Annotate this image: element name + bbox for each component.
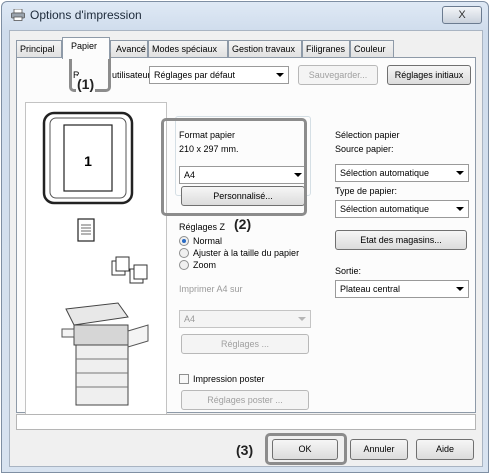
paper-tab-panel: R utilisateur: Réglages par défaut Sauve… xyxy=(16,50,476,420)
staple-pages-icon xyxy=(111,256,148,284)
poster-print-label: Impression poster xyxy=(193,374,265,384)
radio-normal[interactable] xyxy=(179,236,189,246)
print-on-select[interactable]: A4 xyxy=(179,310,311,328)
cancel-button[interactable]: Annuler xyxy=(350,439,408,460)
chevron-down-icon xyxy=(456,171,464,175)
document-icon xyxy=(77,218,95,242)
window-title: Options d'impression xyxy=(30,8,142,22)
printer-icon xyxy=(11,9,25,21)
tab-avance[interactable]: Avancé xyxy=(110,40,148,58)
print-preview-pane: 1 xyxy=(25,102,167,420)
output-label: Sortie: xyxy=(335,266,362,276)
zoom-settings-title: Réglages Z xyxy=(179,222,226,232)
save-settings-button[interactable]: Sauvegarder... xyxy=(298,65,378,85)
help-button[interactable]: Aide xyxy=(416,439,474,460)
paper-selection-title: Sélection papier xyxy=(335,130,400,140)
tray-status-button[interactable]: Etat des magasins... xyxy=(335,230,467,250)
tab-couleur[interactable]: Couleur xyxy=(350,40,394,58)
tab-papier[interactable]: Papier xyxy=(62,37,110,59)
callout-1: (1) xyxy=(76,76,96,92)
copier-machine-icon xyxy=(61,302,149,406)
user-settings-label: utilisateur: xyxy=(112,70,154,80)
callout-2: (2) xyxy=(233,216,253,232)
output-tray-select[interactable]: Plateau central xyxy=(335,280,469,298)
user-settings-select[interactable]: Réglages par défaut xyxy=(149,66,289,84)
page-number: 1 xyxy=(84,153,92,169)
tab-filigranes[interactable]: Filigranes xyxy=(302,40,350,58)
preview-illustration: 1 xyxy=(42,111,149,406)
paper-source-label: Source papier: xyxy=(335,144,394,154)
status-bar xyxy=(16,414,476,430)
paper-type-select[interactable]: Sélection automatique xyxy=(335,200,469,218)
zoom-settings-button[interactable]: Réglages ... xyxy=(181,334,309,354)
tab-principal[interactable]: Principal xyxy=(16,40,62,58)
poster-print-checkbox[interactable] xyxy=(179,374,189,384)
chevron-down-icon xyxy=(456,287,464,291)
title-bar: Options d'impression X xyxy=(2,2,488,28)
initial-settings-button[interactable]: Réglages initiaux xyxy=(387,65,471,85)
radio-fit-to-paper-label: Ajuster à la taille du papier xyxy=(193,248,300,258)
chevron-down-icon xyxy=(298,317,306,321)
radio-fit-to-paper[interactable] xyxy=(179,248,189,258)
radio-zoom[interactable] xyxy=(179,260,189,270)
tab-gestion-travaux[interactable]: Gestion travaux xyxy=(228,40,302,58)
poster-settings-button[interactable]: Réglages poster ... xyxy=(181,390,309,410)
ok-button[interactable]: OK xyxy=(272,439,338,460)
callout-3: (3) xyxy=(235,442,255,458)
paper-source-select[interactable]: Sélection automatique xyxy=(335,164,469,182)
chevron-down-icon xyxy=(456,207,464,211)
radio-zoom-label: Zoom xyxy=(193,260,217,270)
print-on-label: Imprimer A4 sur xyxy=(179,284,243,294)
tab-modes-speciaux[interactable]: Modes spéciaux xyxy=(148,40,228,58)
print-options-window: Options d'impression X Principal Papier … xyxy=(1,1,489,473)
paper-type-label: Type de papier: xyxy=(335,186,398,196)
close-icon: X xyxy=(458,9,466,21)
radio-normal-label: Normal xyxy=(193,236,223,246)
chevron-down-icon xyxy=(276,73,284,77)
close-button[interactable]: X xyxy=(442,6,482,24)
callout-frame-2 xyxy=(161,118,307,216)
dialog-client-area: Principal Papier Avancé Modes spéciaux G… xyxy=(9,30,483,467)
